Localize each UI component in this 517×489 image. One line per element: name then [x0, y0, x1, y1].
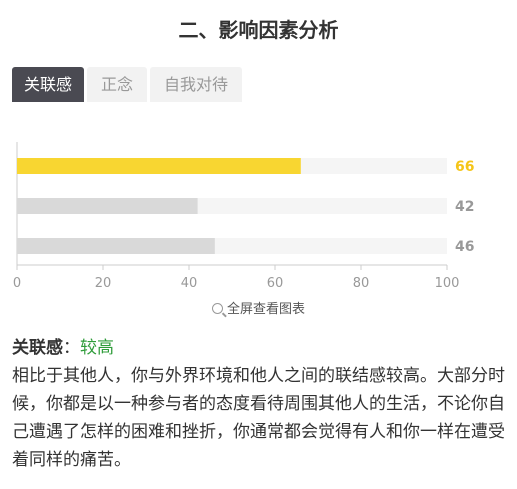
x-tick-label: 40 — [181, 276, 198, 291]
bar-value-label: 66 — [455, 159, 474, 175]
fullscreen-chart-button[interactable]: 全屏查看图表 — [0, 298, 517, 317]
magnifier-icon — [211, 303, 223, 314]
bar-2 — [17, 198, 198, 214]
result-heading: 关联感：较高 — [12, 334, 507, 362]
bar-3 — [17, 238, 215, 254]
section-title: 二、影响因素分析 — [178, 18, 339, 42]
x-tick-label: 0 — [13, 276, 21, 291]
x-tick-label: 20 — [95, 276, 112, 291]
bar-1 — [17, 158, 301, 174]
result-block: 关联感：较高 相比于其他人，你与外界环境和他人之间的联结感较高。大部分时候，你都… — [12, 334, 507, 474]
fullscreen-label: 全屏查看图表 — [226, 302, 305, 317]
bar-chart: 0 20 40 60 80 100 66 42 46 — [13, 142, 474, 291]
bar-value-label: 46 — [455, 239, 474, 255]
x-tick-label: 60 — [267, 276, 284, 291]
x-tick-label: 80 — [353, 276, 370, 291]
tab-connectedness[interactable]: 关联感 — [12, 67, 85, 102]
result-separator: ： — [63, 338, 80, 358]
tab-mindfulness[interactable]: 正念 — [87, 67, 148, 102]
tab-bar: 关联感 正念 自我对待 — [12, 67, 245, 102]
result-description: 相比于其他人，你与外界环境和他人之间的联结感较高。大部分时候，你都是以一种参与者… — [12, 366, 505, 470]
x-tick-label: 100 — [435, 276, 460, 291]
result-level: 较高 — [80, 338, 114, 358]
result-label: 关联感 — [12, 338, 63, 358]
tab-self-treatment[interactable]: 自我对待 — [150, 67, 243, 102]
bar-value-label: 42 — [455, 199, 474, 215]
